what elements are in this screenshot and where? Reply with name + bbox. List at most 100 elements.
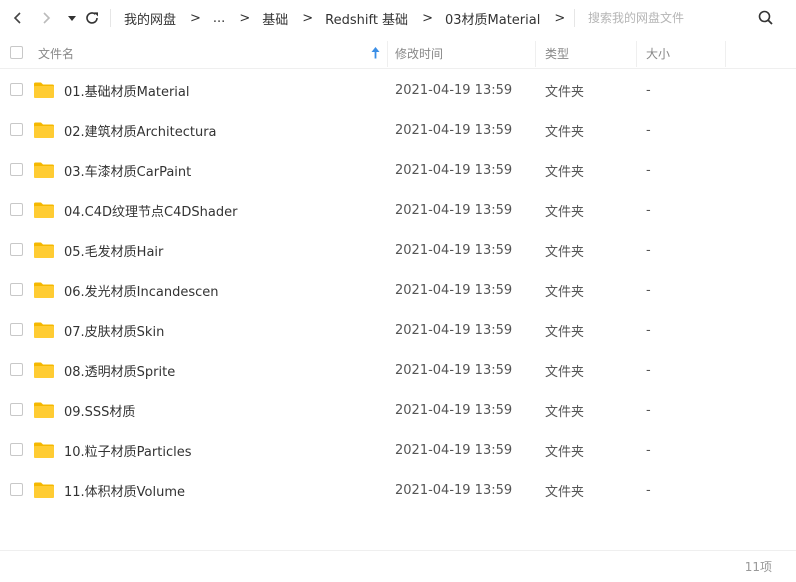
search-divider: [574, 9, 575, 27]
chevron-right-icon: [43, 12, 51, 24]
file-row[interactable]: 03.车漆材质CarPaint 2021-04-19 13:59 文件夹 -: [0, 150, 796, 190]
file-size: -: [646, 482, 651, 498]
file-name[interactable]: 05.毛发材质Hair: [64, 230, 163, 270]
navigation-bar: 我的网盘 > ... > 基础 > Redshift 基础 > 03材质Mate…: [0, 0, 796, 37]
row-checkbox[interactable]: [10, 203, 23, 216]
folder-icon: [34, 402, 54, 418]
file-size: -: [646, 242, 651, 258]
row-checkbox[interactable]: [10, 483, 23, 496]
column-header-type[interactable]: 类型: [545, 37, 569, 69]
file-name[interactable]: 11.体积材质Volume: [64, 470, 185, 510]
breadcrumb-item-root[interactable]: 我的网盘: [124, 9, 176, 28]
file-type: 文件夹: [545, 84, 585, 100]
file-type: 文件夹: [545, 404, 585, 420]
file-modified-time: 2021-04-19 13:59: [395, 282, 513, 298]
refresh-icon: [86, 12, 98, 24]
row-checkbox[interactable]: [10, 323, 23, 336]
file-modified-time: 2021-04-19 13:59: [395, 442, 513, 458]
file-modified-time: 2021-04-19 13:59: [395, 322, 513, 338]
file-row[interactable]: 10.粒子材质Particles 2021-04-19 13:59 文件夹 -: [0, 430, 796, 470]
footer-divider: [0, 550, 796, 551]
file-modified-time: 2021-04-19 13:59: [395, 82, 513, 98]
file-size: -: [646, 402, 651, 418]
column-divider: [725, 41, 726, 67]
column-header-modified[interactable]: 修改时间: [395, 37, 443, 69]
file-type: 文件夹: [545, 244, 585, 260]
file-name[interactable]: 03.车漆材质CarPaint: [64, 150, 191, 190]
breadcrumb-separator: >: [190, 11, 201, 26]
file-row[interactable]: 07.皮肤材质Skin 2021-04-19 13:59 文件夹 -: [0, 310, 796, 350]
file-row[interactable]: 02.建筑材质Architectura 2021-04-19 13:59 文件夹…: [0, 110, 796, 150]
file-modified-time: 2021-04-19 13:59: [395, 362, 513, 378]
row-checkbox[interactable]: [10, 163, 23, 176]
file-name[interactable]: 08.透明材质Sprite: [64, 350, 175, 390]
item-count: 11项: [744, 560, 772, 574]
file-row[interactable]: 04.C4D纹理节点C4DShader 2021-04-19 13:59 文件夹…: [0, 190, 796, 230]
breadcrumb-separator: >: [239, 11, 251, 26]
folder-icon: [34, 162, 54, 178]
caret-down-icon: [68, 16, 76, 21]
file-type: 文件夹: [545, 284, 585, 300]
search-input[interactable]: [588, 7, 748, 29]
folder-icon: [34, 442, 54, 458]
column-header-size[interactable]: 大小: [646, 37, 670, 69]
file-modified-time: 2021-04-19 13:59: [395, 162, 513, 178]
breadcrumb-item-current[interactable]: 03材质Material: [445, 9, 540, 28]
breadcrumb-item-redshift[interactable]: Redshift 基础: [325, 9, 408, 28]
file-modified-time: 2021-04-19 13:59: [395, 402, 513, 418]
file-name[interactable]: 07.皮肤材质Skin: [64, 310, 164, 350]
chevron-left-icon: [13, 12, 21, 24]
folder-icon: [34, 202, 54, 218]
back-button[interactable]: [8, 8, 28, 28]
file-size: -: [646, 362, 651, 378]
row-checkbox[interactable]: [10, 363, 23, 376]
file-name[interactable]: 02.建筑材质Architectura: [64, 110, 217, 150]
file-type: 文件夹: [545, 204, 585, 220]
breadcrumb-item-ellipsis[interactable]: ...: [213, 11, 225, 26]
file-type: 文件夹: [545, 364, 585, 380]
file-modified-time: 2021-04-19 13:59: [395, 202, 513, 218]
column-divider: [636, 41, 637, 67]
row-checkbox[interactable]: [10, 243, 23, 256]
file-name[interactable]: 10.粒子材质Particles: [64, 430, 191, 470]
file-row[interactable]: 01.基础材质Material 2021-04-19 13:59 文件夹 -: [0, 70, 796, 110]
file-name[interactable]: 09.SSS材质: [64, 390, 135, 430]
row-checkbox[interactable]: [10, 443, 23, 456]
breadcrumb-item-basics[interactable]: 基础: [262, 9, 288, 28]
file-name[interactable]: 04.C4D纹理节点C4DShader: [64, 190, 237, 230]
row-checkbox[interactable]: [10, 403, 23, 416]
file-row[interactable]: 06.发光材质Incandescen 2021-04-19 13:59 文件夹 …: [0, 270, 796, 310]
file-type: 文件夹: [545, 324, 585, 340]
file-name[interactable]: 06.发光材质Incandescen: [64, 270, 219, 310]
breadcrumb-separator: >: [554, 11, 566, 26]
folder-icon: [34, 82, 54, 98]
select-all-checkbox[interactable]: [10, 46, 23, 59]
search-icon: [758, 10, 773, 25]
folder-icon: [34, 482, 54, 498]
file-size: -: [646, 122, 651, 138]
folder-icon: [34, 242, 54, 258]
search-button[interactable]: [757, 9, 775, 27]
file-size: -: [646, 322, 651, 338]
column-header-name[interactable]: 文件名: [38, 37, 74, 69]
row-checkbox[interactable]: [10, 123, 23, 136]
file-row[interactable]: 05.毛发材质Hair 2021-04-19 13:59 文件夹 -: [0, 230, 796, 270]
file-row[interactable]: 08.透明材质Sprite 2021-04-19 13:59 文件夹 -: [0, 350, 796, 390]
file-row[interactable]: 11.体积材质Volume 2021-04-19 13:59 文件夹 -: [0, 470, 796, 510]
forward-button[interactable]: [36, 8, 56, 28]
file-modified-time: 2021-04-19 13:59: [395, 242, 513, 258]
refresh-button[interactable]: [82, 8, 102, 28]
file-list-header: 文件名 修改时间 类型 大小: [0, 37, 796, 69]
file-modified-time: 2021-04-19 13:59: [395, 122, 513, 138]
file-row[interactable]: 09.SSS材质 2021-04-19 13:59 文件夹 -: [0, 390, 796, 430]
file-size: -: [646, 82, 651, 98]
file-type: 文件夹: [545, 444, 585, 460]
breadcrumb: 我的网盘 > ... > 基础 > Redshift 基础 > 03材质Mate…: [124, 0, 577, 37]
sort-ascending-icon[interactable]: [371, 46, 380, 60]
breadcrumb-separator: >: [302, 11, 314, 26]
file-name[interactable]: 01.基础材质Material: [64, 70, 190, 110]
row-checkbox[interactable]: [10, 83, 23, 96]
folder-icon: [34, 362, 54, 378]
history-dropdown-button[interactable]: [62, 8, 82, 28]
row-checkbox[interactable]: [10, 283, 23, 296]
